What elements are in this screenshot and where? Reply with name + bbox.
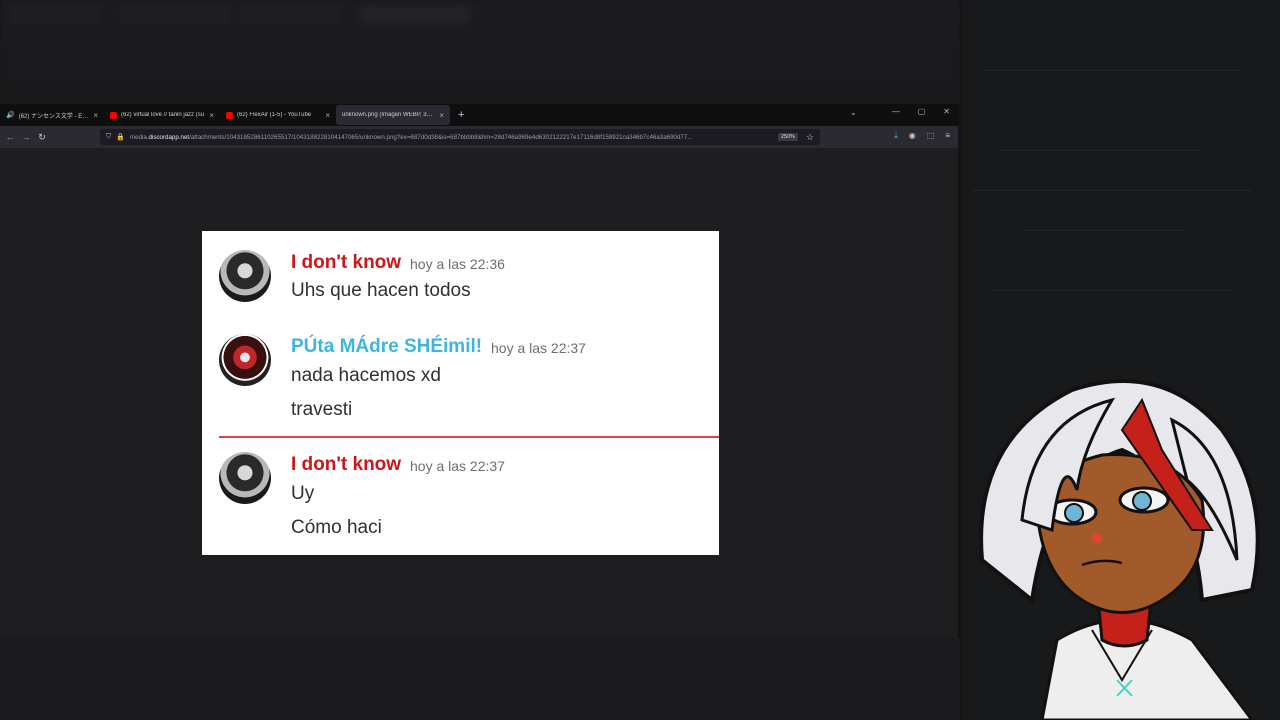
tab-eve[interactable]: 🔊 (62) ナンセンス文学 - Eve M ×: [0, 105, 104, 125]
tab-title: unknown.png (Imagen WEBP, 399 ×: [342, 112, 436, 118]
close-icon[interactable]: ✕: [943, 107, 950, 116]
avatar: [219, 250, 271, 302]
shield-icon[interactable]: ⛉: [106, 133, 111, 141]
background-noise: [992, 290, 1232, 291]
new-tab-button[interactable]: +: [458, 109, 464, 121]
message-text: travesti: [291, 399, 353, 420]
close-icon[interactable]: ×: [93, 111, 98, 120]
tab-title: (62) ナンセンス文学 - Eve M: [18, 113, 90, 120]
blurred-element: [10, 6, 100, 24]
minimize-icon[interactable]: —: [892, 107, 900, 116]
username: I don't know: [291, 252, 402, 273]
chat-screenshot-image: I don't know hoy a las 22:36 Uhs que hac…: [202, 231, 719, 555]
close-icon[interactable]: ×: [325, 111, 330, 120]
reload-icon[interactable]: ↻: [36, 132, 48, 143]
toolbar-icons: ⤓ ◉ ⬚ ≡: [894, 131, 950, 141]
tab-unknown-png[interactable]: unknown.png (Imagen WEBP, 399 × ×: [336, 105, 450, 125]
close-icon[interactable]: ×: [439, 111, 444, 120]
blurred-element: [240, 6, 340, 24]
username: PÚta MÁdre SHÉimil!: [291, 336, 483, 357]
blurred-element: [360, 6, 470, 24]
youtube-icon: [226, 111, 233, 119]
message-text: Cómo haci: [291, 517, 382, 538]
menu-icon[interactable]: ≡: [945, 131, 950, 141]
background-noise: [972, 190, 1252, 191]
tab-bar: 🔊 (62) ナンセンス文学 - Eve M × (62) virtual lo…: [0, 104, 958, 126]
tab-title: (62) FlexAir (1-5) - YouTube: [237, 112, 312, 118]
background-desktop: [0, 0, 960, 104]
url-text[interactable]: media.discordapp.net/attachments/1043185…: [130, 134, 778, 141]
chevron-down-icon[interactable]: ⌄: [850, 108, 857, 117]
speaker-icon[interactable]: 🔊: [6, 111, 15, 119]
timestamp: hoy a las 22:37: [491, 340, 586, 356]
forward-icon[interactable]: →: [20, 132, 32, 142]
blurred-element: [120, 6, 230, 24]
new-messages-divider: [219, 436, 719, 438]
address-bar[interactable]: ⛉ 🔒 media.discordapp.net/attachments/104…: [100, 129, 820, 145]
tab-title: (62) virtual love // tanin jazz (su: [121, 112, 205, 118]
message-text: nada hacemos xd: [291, 365, 441, 386]
avatar: [219, 452, 271, 504]
background-desktop-bottom: [0, 638, 960, 720]
extensions-icon[interactable]: ⬚: [927, 131, 935, 141]
back-icon[interactable]: ←: [4, 132, 16, 142]
star-icon[interactable]: ☆: [806, 132, 814, 143]
username: I don't know: [291, 454, 402, 475]
restore-icon[interactable]: ▢: [918, 107, 926, 116]
zoom-badge[interactable]: 250%: [777, 133, 798, 141]
url-path: /attachments/1043185286110265517/1043188…: [189, 133, 693, 141]
background-noise: [982, 70, 1242, 71]
background-noise: [1002, 150, 1202, 151]
background-noise: [1022, 230, 1182, 231]
url-domain: discordapp.net: [148, 133, 190, 141]
url-prefix: media.: [129, 133, 149, 141]
timestamp: hoy a las 22:36: [410, 256, 505, 272]
message-text: Uy: [291, 483, 315, 504]
tab-virtual-love[interactable]: (62) virtual love // tanin jazz (su ×: [104, 105, 220, 125]
avatar: [219, 334, 271, 386]
close-icon[interactable]: ×: [209, 111, 214, 120]
timestamp: hoy a las 22:37: [410, 458, 505, 474]
window-controls: — ▢ ✕: [892, 107, 950, 116]
vtuber-avatar-image: [979, 379, 1260, 720]
youtube-icon: [110, 111, 117, 119]
account-icon[interactable]: ◉: [909, 131, 916, 141]
tab-flexair[interactable]: (62) FlexAir (1-5) - YouTube ×: [220, 105, 336, 125]
lock-icon[interactable]: 🔒: [116, 133, 125, 141]
message-text: Uhs que hacen todos: [291, 280, 471, 301]
navigation-bar: ← → ↻ ⛉ 🔒 media.discordapp.net/attachmen…: [0, 126, 958, 148]
download-icon[interactable]: ⤓: [894, 131, 898, 141]
